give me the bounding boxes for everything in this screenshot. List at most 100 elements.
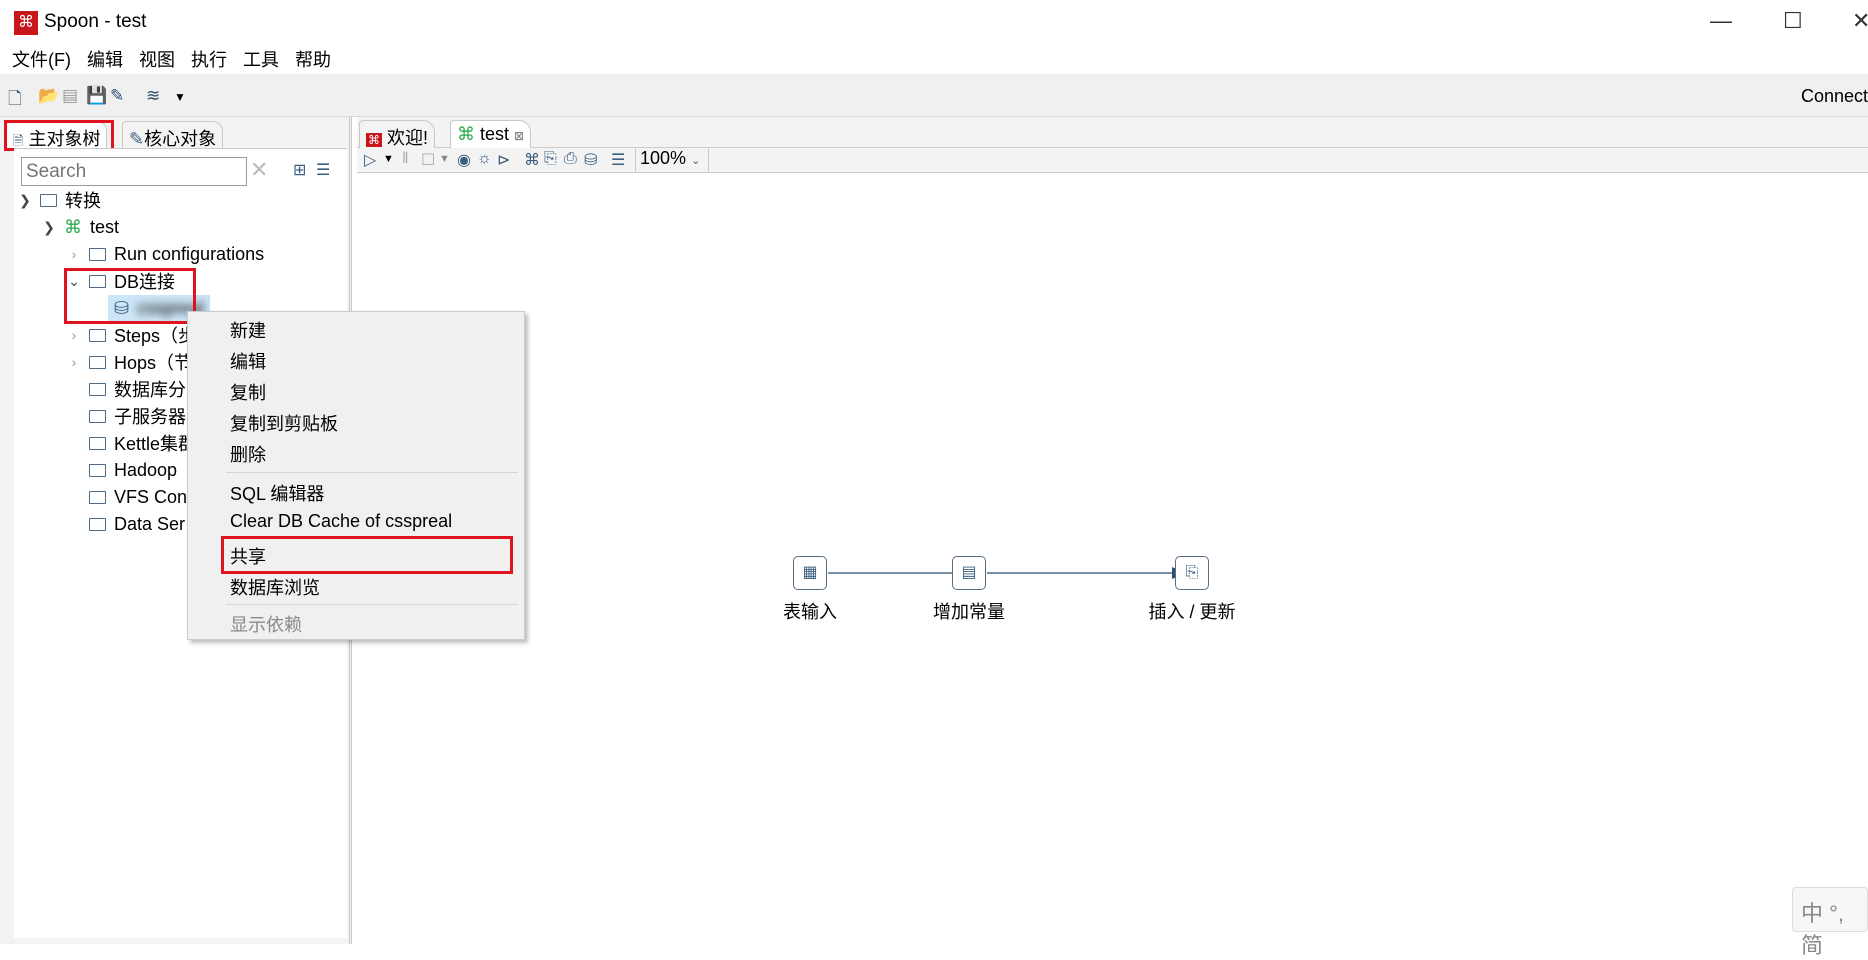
zoom-value: 100% <box>640 148 687 168</box>
save-icon[interactable]: 💾 <box>86 86 107 106</box>
tree-label: VFS Con <box>114 486 188 507</box>
tree-item-partitions[interactable]: 数据库分 <box>89 376 186 402</box>
menu-view[interactable]: 视图 <box>139 46 175 72</box>
menu-run[interactable]: 执行 <box>191 46 227 72</box>
tree-label: Data Ser <box>114 513 186 534</box>
menu-item-duplicate[interactable]: 复制 <box>230 379 266 405</box>
tree-item-kettle-clusters[interactable]: Kettle集群 <box>89 430 196 456</box>
stop-options-chevron-icon[interactable]: ▼ <box>439 153 450 165</box>
chevron-down-icon[interactable]: ❯ <box>42 219 56 236</box>
tab-label: 核心对象 <box>144 129 217 149</box>
expand-all-icon[interactable]: ☰ <box>316 160 330 180</box>
tree-label: Hops（节 <box>114 353 193 373</box>
main-toolbar: 🗋 📂 ▤ 💾 ✎ ≋ ▼ Connect <box>0 74 1868 117</box>
tree-label: Steps（步 <box>114 326 197 346</box>
tree-item-hadoop[interactable]: Hadoop <box>89 457 177 483</box>
debug-icon[interactable]: ☼ <box>477 150 492 168</box>
menu-bar: 文件(F) 编辑 视图 执行 工具 帮助 <box>0 44 1868 74</box>
transformation-canvas[interactable]: ▦ 表输入 ▤ 增加常量 ⎘ 插入 / 更新 <box>360 173 1868 944</box>
maximize-button[interactable]: ☐ <box>1783 8 1803 34</box>
tab-welcome[interactable]: ⌘ 欢迎! <box>359 120 436 148</box>
folder-icon <box>89 355 106 369</box>
folder-icon <box>40 193 57 207</box>
menu-item-copy-to-clipboard[interactable]: 复制到剪贴板 <box>230 410 338 436</box>
tab-label: 欢迎! <box>387 128 429 148</box>
new-file-icon[interactable]: 🗋 <box>8 86 22 115</box>
show-results-icon[interactable]: ☰ <box>611 150 625 170</box>
ime-indicator[interactable]: 中 °, 简 <box>1792 887 1868 958</box>
step-label: 表输入 <box>783 602 837 622</box>
sql-icon[interactable]: ⎙ <box>564 150 577 168</box>
chevron-right-icon[interactable]: › <box>67 246 81 262</box>
open-file-icon[interactable]: 📂 <box>38 86 59 106</box>
tree-label: 转换 <box>65 191 101 211</box>
menu-edit[interactable]: 编辑 <box>87 46 123 72</box>
tree-item-data-services[interactable]: Data Ser <box>89 511 185 537</box>
menu-item-edit[interactable]: 编辑 <box>230 348 266 374</box>
search-input[interactable] <box>21 157 247 186</box>
tree-item-hops[interactable]: › Hops（节 <box>67 349 192 375</box>
tab-test[interactable]: ⌘ test ⊠ <box>450 120 532 149</box>
minimize-button[interactable]: — <box>1710 8 1732 34</box>
tree-item-vfs[interactable]: VFS Con <box>89 484 187 510</box>
menu-item-clear-db-cache[interactable]: Clear DB Cache of csspreal <box>230 511 452 532</box>
folder-icon <box>89 463 106 477</box>
menu-file[interactable]: 文件(F) <box>12 46 71 72</box>
menu-separator <box>226 472 518 473</box>
step-add-constants-icon[interactable]: ▤ <box>952 556 986 590</box>
close-tab-icon[interactable]: ⊠ <box>514 129 524 143</box>
tree-item-steps[interactable]: › Steps（步 <box>67 322 196 348</box>
menu-item-explore-database[interactable]: 数据库浏览 <box>230 574 320 600</box>
chevron-right-icon[interactable]: › <box>67 354 81 370</box>
connect-button[interactable]: Connect <box>1801 86 1868 107</box>
tree-item-run-configurations[interactable]: › Run configurations <box>67 241 264 267</box>
replay-icon[interactable]: ⊳ <box>497 150 510 170</box>
window-title: Spoon - test <box>44 11 147 32</box>
tree-item-test[interactable]: ❯ ⌘ test <box>42 214 119 240</box>
close-button[interactable]: ✕ <box>1852 8 1868 34</box>
chevron-down-icon: ⌄ <box>691 155 701 167</box>
verify-icon[interactable]: ⌘ <box>524 150 540 170</box>
editor-tabs: ⌘ 欢迎! ⌘ test ⊠ <box>357 117 1868 149</box>
tab-core-objects[interactable]: ✎核心对象 <box>122 121 224 149</box>
tree-label: test <box>90 216 120 237</box>
pause-icon[interactable]: ‖ <box>402 150 409 168</box>
menu-item-sql-editor[interactable]: SQL 编辑器 <box>230 480 324 506</box>
stop-icon[interactable]: ☐ <box>421 150 435 170</box>
folder-icon <box>89 517 106 531</box>
editor-toolbar: ▷ ▼ ‖ ☐ ▼ ◉ ☼ ⊳ ⌘ ⎘ ⎙ ⛁ ☰ 100% ⌄ <box>357 148 1868 173</box>
menu-item-new[interactable]: 新建 <box>230 317 266 343</box>
explore-db-icon[interactable]: ⛁ <box>584 150 597 170</box>
tree-label: 数据库分 <box>114 380 186 400</box>
chevron-right-icon[interactable]: › <box>67 327 81 343</box>
highlight-box <box>64 268 196 324</box>
impact-icon[interactable]: ⎘ <box>544 150 557 168</box>
save-as-icon[interactable]: ✎ <box>110 86 124 106</box>
step-table-input-icon[interactable]: ▦ <box>793 556 827 590</box>
tree-label: 子服务器 <box>114 407 186 427</box>
step-insert-update-icon[interactable]: ⎘ <box>1175 556 1209 590</box>
tree-item-slave-servers[interactable]: 子服务器 <box>89 403 186 429</box>
step-label: 增加常量 <box>933 602 1005 622</box>
tab-label: test <box>480 124 510 144</box>
menu-help[interactable]: 帮助 <box>295 46 331 72</box>
menu-item-delete[interactable]: 删除 <box>230 441 266 467</box>
hops-layer <box>828 567 1186 579</box>
menu-tools[interactable]: 工具 <box>243 46 279 72</box>
perspective-layers-icon[interactable]: ≋ <box>146 86 160 106</box>
transformation-icon: ⌘ <box>457 124 475 144</box>
collapse-all-icon[interactable]: ⊞ <box>293 160 306 180</box>
clear-search-icon[interactable]: ✕ <box>250 157 268 183</box>
tree-item-transformations[interactable]: ❯ 转换 <box>18 187 101 213</box>
zoom-select[interactable]: 100% ⌄ <box>635 148 710 172</box>
spoon-icon: ⌘ <box>366 133 382 147</box>
chevron-down-icon[interactable]: ❯ <box>18 192 32 209</box>
run-icon[interactable]: ▷ <box>364 150 376 170</box>
folder-icon <box>89 409 106 423</box>
explore-repository-icon[interactable]: ▤ <box>62 86 78 106</box>
transformation-icon: ⌘ <box>64 216 82 237</box>
highlight-box <box>4 120 114 151</box>
preview-icon[interactable]: ◉ <box>457 150 471 170</box>
run-options-chevron-icon[interactable]: ▼ <box>383 153 394 165</box>
chevron-down-icon[interactable]: ▼ <box>174 90 186 104</box>
